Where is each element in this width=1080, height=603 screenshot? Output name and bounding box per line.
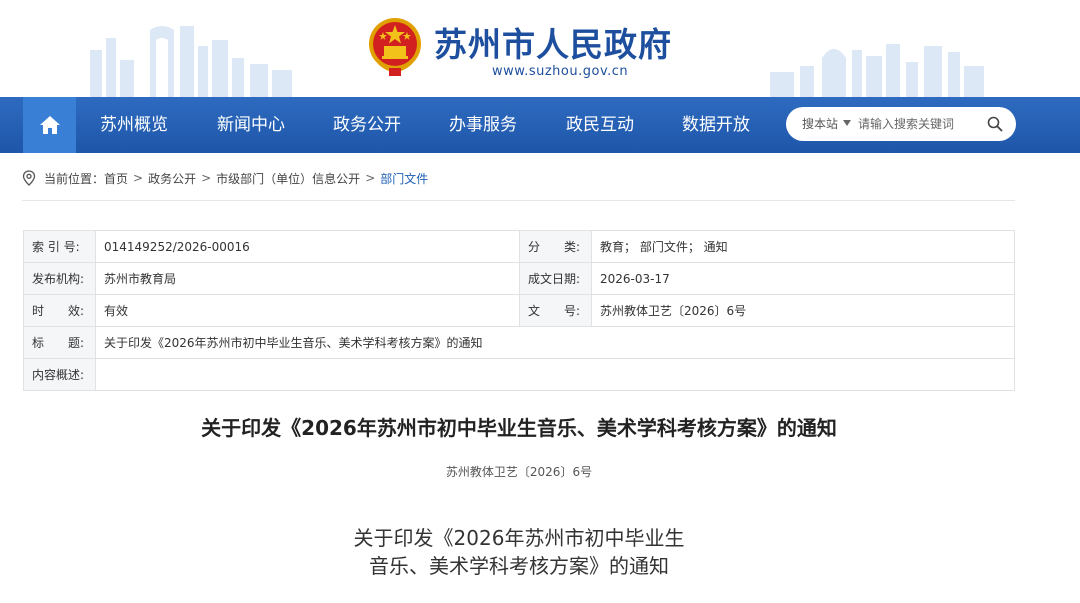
validity-label: 时 效: — [23, 294, 96, 327]
table-row: 时 效: 有效 文 号: 苏州教体卫艺〔2026〕6号 — [23, 294, 1015, 327]
nav-item-overview[interactable]: 苏州概览 — [100, 97, 168, 153]
publisher-label: 发布机构: — [23, 262, 96, 295]
publisher-value: 苏州市教育局 — [95, 262, 520, 295]
home-icon — [39, 116, 60, 134]
nav-item-open-data[interactable]: 数据开放 — [682, 97, 750, 153]
chevron-down-icon — [843, 120, 851, 126]
doc-number-value: 苏州教体卫艺〔2026〕6号 — [591, 294, 1015, 327]
breadcrumb-item-gov-affairs[interactable]: 政务公开 — [148, 170, 196, 187]
category-value: 教育； 部门文件； 通知 — [591, 230, 1015, 263]
location-pin-icon — [22, 170, 36, 186]
date-label: 成文日期: — [519, 262, 592, 295]
nav-item-services[interactable]: 办事服务 — [449, 97, 517, 153]
index-number-label: 索 引 号: — [23, 230, 96, 263]
site-title: 苏州市人民政府 — [434, 25, 672, 64]
breadcrumb-separator: > — [133, 171, 144, 185]
skyline-right-illustration — [770, 44, 984, 97]
nav-item-news[interactable]: 新闻中心 — [217, 97, 285, 153]
breadcrumb-divider — [22, 200, 1015, 201]
breadcrumb-item-home[interactable]: 首页 — [104, 170, 128, 187]
category-label: 分 类: — [519, 230, 592, 263]
search-input[interactable] — [858, 114, 978, 134]
table-row: 标 题: 关于印发《2026年苏州市初中毕业生音乐、美术学科考核方案》的通知 — [23, 326, 1015, 359]
breadcrumb-separator: > — [201, 171, 212, 185]
summary-label: 内容概述: — [23, 358, 96, 391]
site-url: www.suzhou.gov.cn — [492, 64, 629, 79]
body-title-line: 关于印发《2026年苏州市初中毕业生 — [353, 526, 685, 550]
national-emblem-icon — [369, 18, 421, 76]
table-row: 内容概述: — [23, 358, 1015, 391]
site-logo[interactable]: 苏州市人民政府 www.suzhou.gov.cn — [366, 14, 686, 84]
table-row: 索 引 号: 014149252/2026-00016 分 类: 教育； 部门文… — [23, 230, 1015, 263]
nav-item-interaction[interactable]: 政民互动 — [566, 97, 634, 153]
title-label: 标 题: — [23, 326, 96, 359]
search-icon[interactable] — [986, 115, 1004, 133]
document-info-table: 索 引 号: 014149252/2026-00016 分 类: 教育； 部门文… — [23, 230, 1015, 391]
title-value: 关于印发《2026年苏州市初中毕业生音乐、美术学科考核方案》的通知 — [95, 326, 1015, 359]
breadcrumb-prefix: 当前位置： — [44, 171, 105, 186]
breadcrumb: 当前位置： 首页 > 政务公开 > 市级部门（单位）信息公开 > 部门文件 — [22, 168, 428, 188]
main-nav: 苏州概览 新闻中心 政务公开 办事服务 政民互动 数据开放 搜本站 — [0, 97, 1080, 153]
validity-value: 有效 — [95, 294, 520, 327]
summary-value — [95, 358, 1015, 391]
breadcrumb-item-departments[interactable]: 市级部门（单位）信息公开 — [216, 170, 360, 187]
search-scope-select[interactable]: 搜本站 — [802, 107, 838, 141]
breadcrumb-separator: > — [365, 171, 376, 185]
header-banner: 苏州市人民政府 www.suzhou.gov.cn — [0, 0, 1080, 97]
skyline-left-illustration — [90, 26, 292, 97]
article-title: 关于印发《2026年苏州市初中毕业生音乐、美术学科考核方案》的通知 — [201, 416, 837, 440]
breadcrumb-item-dept-documents[interactable]: 部门文件 — [380, 170, 428, 187]
search-box: 搜本站 — [786, 107, 1016, 141]
doc-number-label: 文 号: — [519, 294, 592, 327]
index-number-value: 014149252/2026-00016 — [95, 230, 520, 263]
nav-item-gov-affairs[interactable]: 政务公开 — [333, 97, 401, 153]
article-doc-number: 苏州教体卫艺〔2026〕6号 — [445, 465, 593, 479]
article-body-title: 关于印发《2026年苏州市初中毕业生 音乐、美术学科考核方案》的通知 — [0, 524, 1038, 580]
table-row: 发布机构: 苏州市教育局 成文日期: 2026-03-17 — [23, 262, 1015, 295]
body-title-line: 音乐、美术学科考核方案》的通知 — [369, 554, 669, 578]
date-value: 2026-03-17 — [591, 262, 1015, 295]
nav-home-button[interactable] — [23, 97, 76, 153]
